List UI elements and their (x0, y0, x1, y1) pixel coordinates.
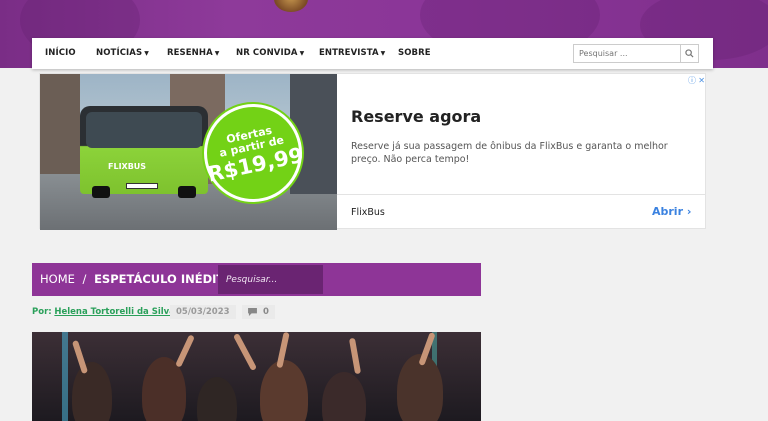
performer (197, 377, 237, 421)
bus-windshield (86, 112, 202, 148)
bus-logo: FLIXBUS (108, 162, 147, 171)
main-navigation: INÍCIO NOTÍCIAS ▼ RESENHA ▼ NR CONVIDA ▼ EN… (32, 38, 713, 69)
featured-image[interactable] (32, 332, 481, 421)
performer (260, 360, 308, 421)
post-date: 05/03/2023 (170, 305, 236, 319)
bus-plate (126, 183, 158, 189)
nav-item-entrevista[interactable]: ENTREVISTA ▼ (319, 48, 385, 58)
breadcrumb-search-input[interactable] (218, 265, 323, 294)
breadcrumb-search (218, 265, 323, 294)
performer (72, 362, 112, 421)
stage-light (62, 332, 68, 421)
ad-image[interactable]: FLIXBUS Ofertas a partir de R$19,99 (40, 74, 337, 230)
comment-count[interactable]: 0 (242, 305, 275, 319)
breadcrumb-separator: / (82, 272, 87, 286)
raised-arm (232, 332, 258, 372)
raised-arm (175, 334, 195, 368)
divider (337, 194, 705, 195)
search-button[interactable] (680, 45, 698, 62)
site-logo[interactable] (274, 0, 308, 12)
bus-wheel (92, 186, 110, 198)
breadcrumb: HOME / ESPETÁCULO INÉDITO ... (32, 263, 481, 296)
building (40, 74, 80, 174)
ad-choices-icon[interactable]: ⓘ ✕ (688, 75, 705, 86)
author-label: Por: (32, 307, 52, 317)
bus-wheel (178, 186, 196, 198)
comment-count-value: 0 (263, 307, 269, 317)
comment-icon (248, 308, 257, 316)
nav-item-noticias[interactable]: NOTÍCIAS ▼ (96, 48, 149, 58)
caret-down-icon: ▼ (214, 50, 220, 57)
caret-down-icon: ▼ (144, 50, 149, 57)
nav-item-resenha[interactable]: RESENHA ▼ (167, 48, 220, 58)
ad-open-button[interactable]: Abrir › (652, 205, 691, 218)
ad-title[interactable]: Reserve agora (351, 107, 481, 126)
caret-down-icon: ▼ (299, 50, 305, 57)
flixbus-ad[interactable]: FLIXBUS Ofertas a partir de R$19,99 ⓘ ✕ … (39, 73, 706, 230)
nav-search (573, 44, 699, 63)
ad-description: Reserve já sua passagem de ônibus da Fli… (351, 141, 668, 165)
raised-arm (348, 337, 362, 375)
author-link[interactable]: Helena Tortorelli da Silva (54, 307, 175, 317)
nav-search-input[interactable] (574, 45, 681, 62)
performer (322, 372, 366, 421)
post-author: Por: Helena Tortorelli da Silva (32, 307, 175, 317)
chevron-right-icon: › (686, 205, 692, 218)
raised-arm (71, 339, 89, 375)
search-icon (685, 49, 694, 58)
nav-item-sobre[interactable]: SOBRE (398, 48, 431, 58)
breadcrumb-home[interactable]: HOME (40, 272, 75, 286)
bus-illustration: FLIXBUS (80, 106, 208, 194)
ad-advertiser: FlixBus (351, 207, 385, 218)
caret-down-icon: ▼ (380, 50, 386, 57)
nav-item-inicio[interactable]: INÍCIO (45, 48, 76, 58)
nav-item-nr-convida[interactable]: NR CONVIDA ▼ (236, 48, 304, 58)
